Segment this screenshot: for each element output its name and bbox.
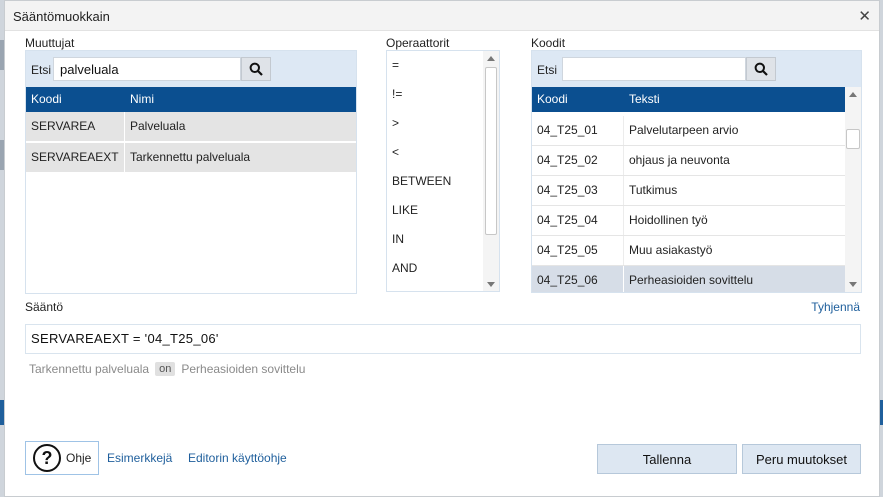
variables-col-code: Koodi — [31, 92, 62, 106]
code-value: 04_T25_02 — [532, 146, 624, 175]
variable-name: Palveluala — [130, 119, 186, 133]
scroll-down-icon[interactable] — [849, 282, 857, 287]
operator-item[interactable]: > — [392, 116, 399, 130]
codes-scroll-thumb[interactable] — [846, 129, 860, 149]
variables-search-bar: Etsi — [26, 51, 356, 87]
rule-expression-field[interactable]: SERVAREAEXT = '04_T25_06' — [25, 324, 861, 354]
operators-label: Operaattorit — [386, 36, 450, 50]
rule-editor-dialog: Sääntömuokkain ✕ Muuttujat Etsi Koodi Ni… — [4, 0, 880, 497]
codes-table-header: Koodi Teksti — [532, 87, 845, 112]
operator-item[interactable]: IN — [392, 232, 404, 246]
code-text: Muu asiakastyö — [629, 243, 713, 257]
codes-search-bar: Etsi — [532, 51, 861, 87]
variables-table-header: Koodi Nimi — [26, 87, 356, 112]
operator-item[interactable]: LIKE — [392, 203, 418, 217]
operator-item[interactable]: < — [392, 145, 399, 159]
code-text: Hoidollinen työ — [629, 213, 708, 227]
code-value: 04_T25_04 — [532, 206, 624, 235]
search-icon — [754, 62, 768, 76]
codes-scrollbar[interactable] — [845, 87, 861, 292]
scroll-up-icon[interactable] — [487, 56, 495, 61]
editor-guide-link[interactable]: Editorin käyttöohje — [188, 451, 287, 465]
table-row[interactable]: 04_T25_05 Muu asiakastyö — [532, 236, 845, 266]
codes-search-label: Etsi — [537, 63, 558, 77]
dialog-title: Sääntömuokkain — [13, 9, 110, 24]
table-row[interactable]: 04_T25_01 Palvelutarpeen arvio — [532, 116, 845, 146]
question-circle-icon: ? — [33, 444, 61, 472]
preview-value: Perheasioiden sovittelu — [181, 362, 306, 376]
dialog-titlebar: Sääntömuokkain ✕ — [5, 1, 879, 31]
preview-operator: on — [155, 362, 176, 376]
variable-code: SERVAREA — [26, 112, 125, 141]
table-row-selected[interactable]: 04_T25_06 Perheasioiden sovittelu — [532, 266, 845, 292]
code-value: 04_T25_05 — [532, 236, 624, 265]
help-label: Ohje — [66, 451, 92, 465]
variables-panel: Etsi Koodi Nimi SERVAREA Palveluala SERV… — [25, 50, 357, 294]
table-row[interactable]: SERVAREAEXT Tarkennettu palveluala — [26, 143, 356, 173]
operator-item[interactable]: AND — [392, 261, 417, 275]
table-row[interactable]: SERVAREA Palveluala — [26, 112, 356, 142]
codes-col-text: Teksti — [629, 92, 660, 106]
operators-list[interactable]: = != > < BETWEEN LIKE IN AND — [386, 50, 500, 292]
cancel-changes-button[interactable]: Peru muutokset — [742, 444, 861, 474]
operator-item[interactable]: = — [392, 58, 399, 72]
scroll-up-icon[interactable] — [849, 92, 857, 97]
clear-link[interactable]: Tyhjennä — [811, 300, 860, 314]
variable-name: Tarkennettu palveluala — [130, 150, 251, 164]
close-icon[interactable]: ✕ — [858, 9, 871, 24]
codes-search-input[interactable] — [562, 57, 746, 81]
save-button[interactable]: Tallenna — [597, 444, 737, 474]
codes-panel: Etsi Koodi Teksti 04_T25_01 Palvelutarpe… — [531, 50, 862, 293]
variables-search-input[interactable] — [53, 57, 241, 81]
rule-label: Sääntö — [25, 300, 64, 314]
table-row[interactable]: 04_T25_03 Tutkimus — [532, 176, 845, 206]
codes-search-button[interactable] — [746, 57, 776, 81]
examples-link[interactable]: Esimerkkejä — [107, 451, 172, 465]
scroll-down-icon[interactable] — [487, 282, 495, 287]
variables-search-button[interactable] — [241, 57, 271, 81]
variables-label: Muuttujat — [25, 36, 75, 50]
code-value: 04_T25_06 — [532, 266, 624, 292]
code-text: Palvelutarpeen arvio — [629, 123, 739, 137]
code-value: 04_T25_01 — [532, 116, 624, 145]
preview-variable: Tarkennettu palveluala — [29, 362, 150, 376]
operator-item[interactable]: BETWEEN — [392, 174, 451, 188]
codes-col-code: Koodi — [537, 92, 568, 106]
help-button[interactable]: ? Ohje — [25, 441, 99, 475]
table-row[interactable]: 04_T25_02 ohjaus ja neuvonta — [532, 146, 845, 176]
operators-scrollbar[interactable] — [483, 51, 499, 291]
variable-code: SERVAREAEXT — [26, 143, 125, 172]
operator-item[interactable]: != — [392, 87, 402, 101]
table-row[interactable]: 04_T25_04 Hoidollinen työ — [532, 206, 845, 236]
variables-col-name: Nimi — [130, 92, 154, 106]
variables-search-label: Etsi — [31, 63, 52, 77]
code-text: ohjaus ja neuvonta — [629, 153, 730, 167]
rule-preview: Tarkennettu palveluala on Perheasioiden … — [29, 362, 305, 376]
search-icon — [249, 62, 263, 76]
code-text: Perheasioiden sovittelu — [629, 273, 754, 287]
code-text: Tutkimus — [629, 183, 678, 197]
code-value: 04_T25_03 — [532, 176, 624, 205]
operators-scroll-thumb[interactable] — [485, 67, 497, 235]
codes-label: Koodit — [531, 36, 566, 50]
